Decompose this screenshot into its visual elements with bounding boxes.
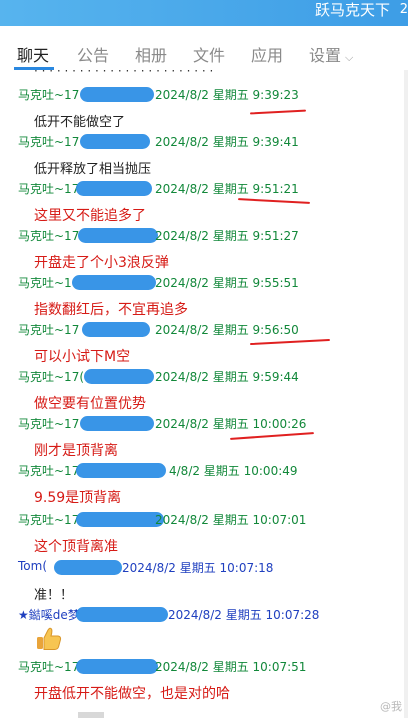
message-sender[interactable]: 马克吐~1 [18,274,72,291]
group-title: 跃马克天下 [314,1,390,19]
redaction-mark [76,181,152,196]
thumbs-up-icon [37,627,62,650]
message-list[interactable]: · · · · · · · · · · · · · · · · · · · · … [0,70,404,718]
redaction-mark [76,512,164,527]
message-datetime: 2024/8/2 星期五 10:07:18 [122,561,274,575]
message-text: 开盘走了个小3浪反弹 [34,255,169,271]
message-datetime: 2024/8/2 星期五 10:07:01 [155,513,307,527]
message-datetime: 2024/8/2 星期五 9:56:50 [155,323,299,337]
message-text: 这个顶背离准 [34,539,118,555]
message-sender[interactable]: 马克吐~17 [18,180,79,197]
message-sender[interactable]: Tom( [18,559,47,573]
red-underline-mark [249,109,307,115]
tab-settings-label: 设置 [309,46,342,65]
message-sender[interactable]: ★鐑嗘de梦 [18,606,80,623]
message-text: 开盘低开不能做空，也是对的哈 [34,686,230,702]
redaction-mark [80,134,150,149]
red-underline-mark [237,198,311,204]
message-sender[interactable]: 马克吐~17 [18,86,79,103]
watermark: @我 [380,700,402,713]
message-datetime: 2024/8/2 星期五 10:07:51 [155,660,307,674]
tab-bar: 聊天 公告 相册 文件 应用 设置 ⌵ [0,26,408,70]
message-sender[interactable]: 马克吐~17 [18,462,79,479]
message-datetime: 2024/8/2 星期五 9:59:44 [155,370,299,384]
redaction-mark [76,463,166,478]
tab-files[interactable]: 文件 [193,42,225,66]
message-sender[interactable]: 马克吐~17 [18,133,79,150]
message-datetime: 2024/8/2 星期五 10:07:28 [168,608,320,622]
message-sender[interactable]: 马克吐~17 [18,511,79,528]
message-sender[interactable]: 马克吐~17 [18,415,79,432]
clipped-previous-message: · · · · · · · · · · · · · · · · · · · · … [34,70,214,78]
tab-settings[interactable]: 设置 ⌵ [309,42,353,66]
message-datetime: 2024/8/2 星期五 9:51:21 [155,182,299,196]
message-text: 这里又不能追多了 [34,208,146,224]
tab-album[interactable]: 相册 [135,42,167,66]
scrollbar[interactable] [404,70,408,718]
message-text: 低开释放了相当抛压 [34,162,152,177]
window-title-bar: 跃马克天下 2 [0,0,408,26]
message-text: 做空要有位置优势 [34,396,146,412]
redaction-mark [80,87,154,102]
redaction-mark [82,322,150,337]
tab-chat[interactable]: 聊天 [17,42,49,66]
red-underline-mark [230,432,314,440]
message-datetime: 2024/8/2 星期五 9:55:51 [155,276,299,290]
message-datetime: 2024/8/2 星期五 9:39:23 [155,88,299,102]
redaction-mark [76,659,158,674]
message-datetime: 2024/8/2 星期五 9:51:27 [155,229,299,243]
tab-announcement[interactable]: 公告 [77,42,109,66]
redaction-mark [80,416,154,431]
message-sender[interactable]: 马克吐~17 [18,658,79,675]
message-datetime: 2024/8/2 星期五 9:39:41 [155,135,299,149]
message-text: 9.59是顶背离 [34,490,122,506]
tab-apps[interactable]: 应用 [251,42,283,66]
message-sender[interactable]: 马克吐~17 [18,227,79,244]
message-text: 指数翻红后，不宜再追多 [34,302,188,318]
message-datetime: 4/8/2 星期五 10:00:49 [169,464,298,478]
message-sender[interactable]: 马克吐~17( [18,368,84,385]
message-sender[interactable]: 马克吐~17 [18,321,79,338]
redaction-mark [54,560,122,575]
redaction-mark [84,369,154,384]
bottom-toolbar-button[interactable] [78,712,104,718]
message-text: 低开不能做空了 [34,115,126,130]
message-datetime: 2024/8/2 星期五 10:00:26 [155,417,307,431]
message-text: 刚才是顶背离 [34,443,118,459]
redaction-mark [72,275,156,290]
message-text: 可以小试下M空 [34,349,131,365]
redaction-mark [78,228,158,243]
red-underline-mark [250,338,330,346]
title-overflow-char: 2 [399,2,408,17]
redaction-mark [76,607,168,622]
chevron-down-icon: ⌵ [345,51,354,64]
message-text: 准！！ [34,588,74,603]
